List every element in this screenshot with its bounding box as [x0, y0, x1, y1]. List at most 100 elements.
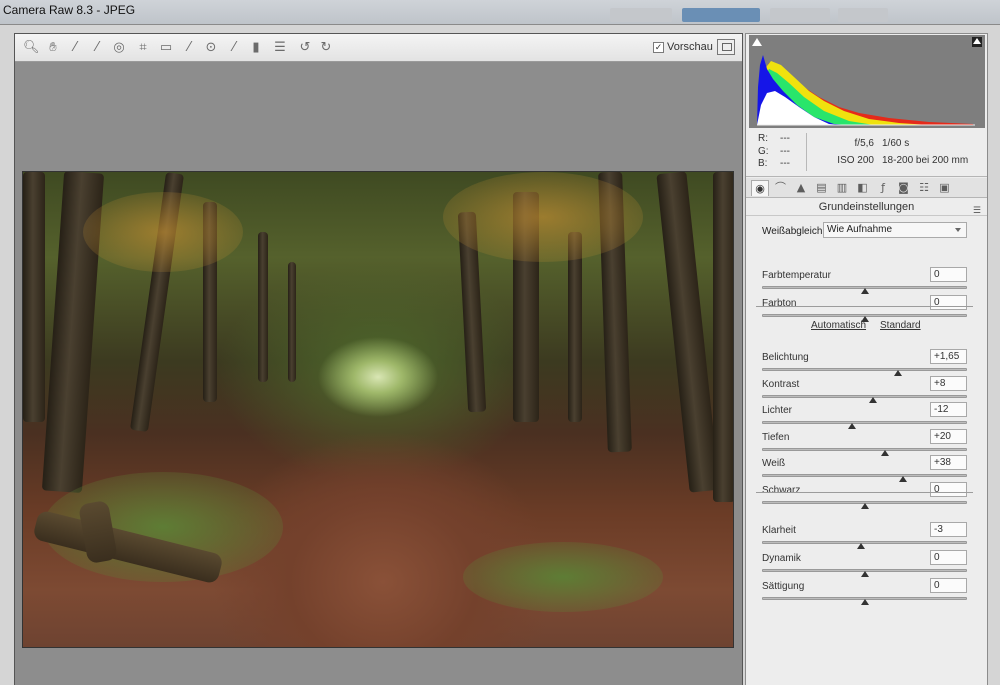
slider-value-input[interactable]: +38: [930, 455, 967, 470]
slider-thumb[interactable]: [860, 288, 869, 294]
crop-icon[interactable]: ⌗: [135, 40, 151, 56]
camera-calibration-icon[interactable]: ◙: [895, 180, 913, 196]
slider-thumb[interactable]: [857, 543, 866, 549]
slider-value-input[interactable]: -3: [930, 522, 967, 537]
slider-thumb[interactable]: [894, 370, 903, 376]
slider-label: Tiefen: [762, 432, 790, 443]
slider-value-input[interactable]: 0: [930, 267, 967, 282]
snapshots-icon[interactable]: ▣: [936, 180, 954, 196]
slider-track[interactable]: [762, 474, 967, 477]
slider-value-input[interactable]: 0: [930, 550, 967, 565]
tree-trunk: [258, 232, 268, 382]
white-balance-label: Weißabgleich:: [762, 226, 826, 237]
presets-icon[interactable]: ☷: [915, 180, 933, 196]
slider-value-input[interactable]: +20: [930, 429, 967, 444]
detail-icon[interactable]: ▲: [792, 180, 810, 196]
shutter-speed: 1/60 s: [882, 138, 910, 149]
slider-value-input[interactable]: 0: [930, 578, 967, 593]
r-label: R:: [758, 133, 768, 144]
tool-bar: ↻ ↺ ☰ ▮ ⁄ ⊙ ⁄ ▭ ⌗ ◎ ⁄ ⁄ ✋︎ 🔍︎ ✓ Vorschau: [15, 34, 742, 62]
slider-value-input[interactable]: +8: [930, 376, 967, 391]
section-title-text: Grundeinstellungen: [818, 201, 915, 213]
highlight-clipping-icon[interactable]: [972, 37, 982, 47]
slider-thumb[interactable]: [881, 450, 889, 456]
slider-label: Schwarz: [762, 485, 801, 496]
shadow-clipping-icon[interactable]: [752, 38, 762, 46]
slider-track[interactable]: [762, 448, 967, 451]
slider-value-input[interactable]: 0: [930, 295, 967, 310]
slider-value-input[interactable]: -12: [930, 402, 967, 417]
r-value: ---: [780, 133, 790, 144]
slider-value-input[interactable]: 0: [930, 482, 967, 497]
window-titlebar: Camera Raw 8.3 - JPEG: [0, 0, 1000, 24]
slider-label: Farbton: [762, 298, 797, 309]
photo-preview[interactable]: [22, 171, 734, 648]
preferences-icon[interactable]: ☰: [272, 40, 288, 56]
default-button[interactable]: Standard: [880, 320, 921, 331]
autumn-foliage: [83, 192, 243, 272]
adjustments-panel: R: --- G: --- B: --- f/5,6 1/60 s ISO 200 18-…: [745, 33, 988, 685]
white-balance-icon[interactable]: ⁄: [67, 40, 83, 56]
tree-trunk: [713, 172, 733, 502]
section-title: Grundeinstellungen ☰: [746, 198, 987, 216]
moss-patch: [463, 542, 663, 612]
background-tab: [682, 8, 760, 22]
slider-thumb[interactable]: [860, 571, 869, 577]
slider-track[interactable]: [762, 421, 967, 424]
g-value: ---: [780, 145, 790, 157]
zoom-icon[interactable]: 🔍︎: [23, 40, 40, 56]
slider-thumb[interactable]: [868, 397, 877, 403]
targeted-adjustment-icon[interactable]: ◎: [111, 40, 127, 56]
rotate-right-icon[interactable]: ↻: [318, 40, 334, 56]
straighten-icon[interactable]: ▭: [158, 40, 174, 56]
spot-removal-icon[interactable]: ⁄: [181, 40, 197, 56]
color-sampler-icon[interactable]: ⁄: [89, 40, 105, 56]
preview-label: Vorschau: [667, 41, 713, 53]
slider-farbtemperatur: Farbtemperatur 0: [762, 267, 967, 296]
preview-checkbox[interactable]: ✓: [653, 41, 664, 53]
graduated-filter-icon[interactable]: ▮: [248, 40, 264, 56]
slider-thumb[interactable]: [848, 423, 857, 429]
slider-label: Dynamik: [762, 553, 801, 564]
iso: ISO 200: [837, 155, 874, 166]
white-balance-select[interactable]: Wie Aufnahme: [823, 222, 967, 238]
red-eye-icon[interactable]: ⊙: [203, 40, 219, 56]
preview-area: ↻ ↺ ☰ ▮ ⁄ ⊙ ⁄ ▭ ⌗ ◎ ⁄ ⁄ ✋︎ 🔍︎ ✓ Vorschau: [14, 33, 743, 685]
aperture: f/5,6: [854, 138, 874, 149]
background-tab: [610, 8, 672, 22]
slider-track[interactable]: [762, 368, 967, 371]
hsl-icon[interactable]: ▤: [813, 180, 831, 196]
slider-schwarz: Schwarz 0: [762, 482, 967, 511]
hand-icon[interactable]: ✋︎: [45, 40, 61, 56]
background-tab: [770, 8, 830, 22]
slider-label: Sättigung: [762, 581, 805, 592]
autumn-foliage: [443, 172, 643, 262]
tree-trunk: [568, 232, 582, 422]
slider-saettigung: Sättigung 0: [762, 578, 967, 607]
fullscreen-toggle-icon[interactable]: [717, 39, 735, 55]
tree-trunk: [656, 172, 720, 493]
slider-thumb[interactable]: [860, 599, 869, 605]
preview-toggle[interactable]: ✓ Vorschau: [653, 41, 713, 53]
slider-weiss: Weiß +38: [762, 455, 967, 484]
adjustment-brush-icon[interactable]: ⁄: [226, 40, 242, 56]
effects-icon[interactable]: ƒ: [874, 180, 892, 196]
basic-icon[interactable]: ◉: [751, 180, 769, 196]
panel-menu-icon[interactable]: ☰: [973, 201, 981, 219]
slider-track[interactable]: [762, 395, 967, 398]
tone-curve-icon[interactable]: ⌒: [772, 180, 790, 196]
tree-trunk: [288, 262, 296, 382]
lens-corrections-icon[interactable]: ◧: [854, 180, 872, 196]
histogram-graph: [757, 55, 975, 126]
slider-thumb[interactable]: [899, 476, 908, 482]
slider-value-input[interactable]: +1,65: [930, 349, 967, 364]
slider-thumb[interactable]: [860, 503, 869, 509]
auto-button[interactable]: Automatisch: [811, 320, 866, 331]
section-divider: [756, 306, 973, 307]
image-info: R: --- G: --- B: --- f/5,6 1/60 s ISO 200 18-…: [746, 129, 987, 177]
rotate-left-icon[interactable]: ↺: [297, 40, 313, 56]
slider-belichtung: Belichtung +1,65: [762, 349, 967, 378]
split-toning-icon[interactable]: ▥: [833, 180, 851, 196]
white-balance-value: Wie Aufnahme: [827, 224, 893, 235]
lens: 18-200 bei 200 mm: [882, 155, 969, 166]
